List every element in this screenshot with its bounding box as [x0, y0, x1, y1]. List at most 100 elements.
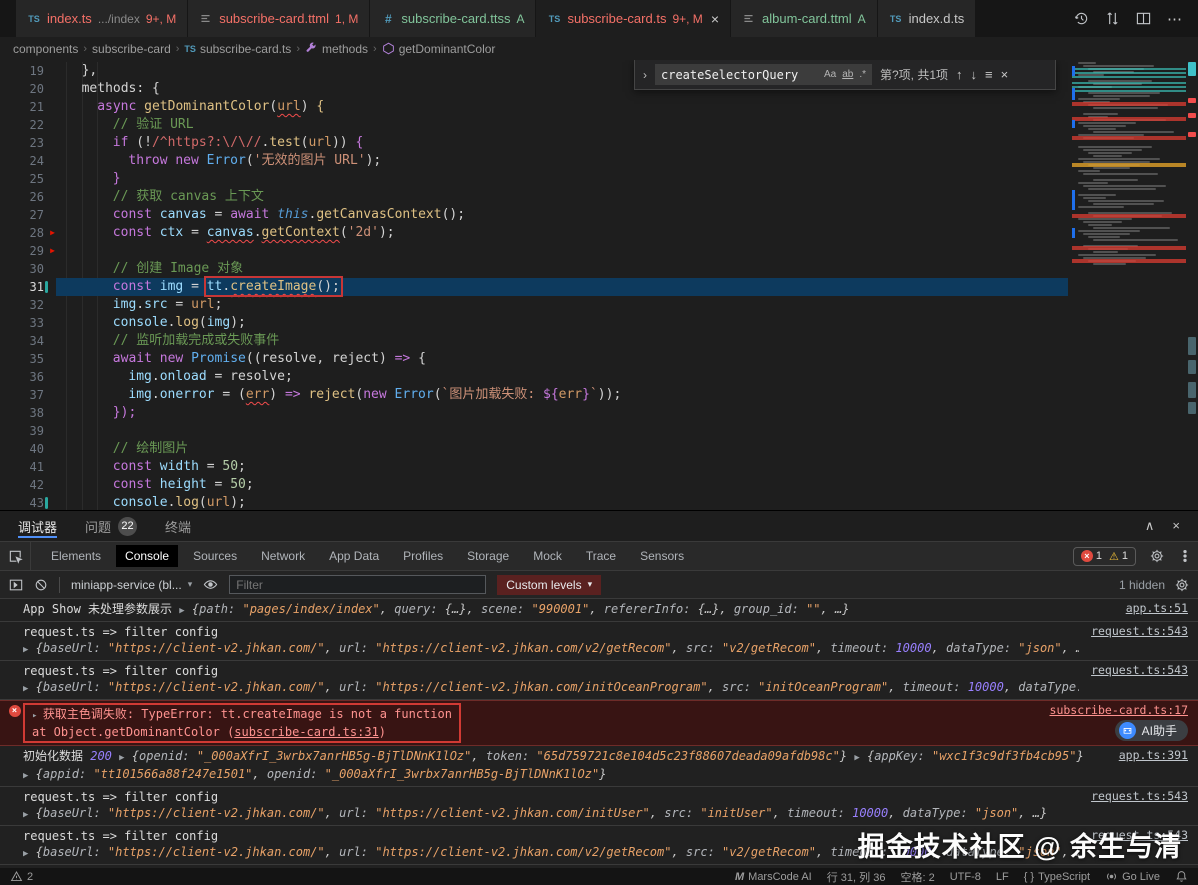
console-row-log[interactable]: request.ts => filter config▶ {baseUrl: "…: [0, 661, 1198, 700]
console-filter-input[interactable]: [229, 575, 486, 594]
code-line-36[interactable]: 36img.onload = resolve;: [0, 368, 1068, 386]
history-icon[interactable]: [1074, 11, 1089, 26]
overview-ruler[interactable]: [1186, 60, 1198, 510]
devtools-tab-storage[interactable]: Storage: [458, 545, 518, 567]
code-line-37[interactable]: 37img.onerror = (err) => reject(new Erro…: [0, 386, 1068, 404]
panel-tab-终端[interactable]: 终端: [165, 511, 191, 541]
devtools-tab-elements[interactable]: Elements: [42, 545, 110, 567]
code-line-21[interactable]: 21async getDominantColor(url) {: [0, 98, 1068, 116]
code-line-38[interactable]: 38});: [0, 404, 1068, 422]
line-number[interactable]: 29▶: [0, 242, 58, 260]
source-link[interactable]: app.ts:51: [1126, 601, 1188, 615]
line-number[interactable]: 41: [0, 458, 58, 476]
devtools-tab-network[interactable]: Network: [252, 545, 314, 567]
line-number[interactable]: 31: [0, 278, 58, 296]
statusbar-lf[interactable]: LF: [996, 871, 1009, 883]
find-next-icon[interactable]: ↓: [971, 67, 978, 82]
statusbar-bell-icon[interactable]: [1175, 870, 1188, 883]
breadcrumb-item-methods[interactable]: methods: [305, 42, 368, 56]
statusbar-warnings[interactable]: 2: [10, 870, 33, 883]
line-number[interactable]: 35: [0, 350, 58, 368]
statusbar-空格-2[interactable]: 空格: 2: [900, 869, 934, 885]
devtools-tab-sources[interactable]: Sources: [184, 545, 246, 567]
code-line-39[interactable]: 39: [0, 422, 1068, 440]
code-line-43[interactable]: 43console.log(url);: [0, 494, 1068, 510]
line-number[interactable]: 28▶: [0, 224, 58, 242]
find-input[interactable]: createSelectorQuery Aa ab .*: [655, 64, 872, 85]
line-number[interactable]: 39: [0, 422, 58, 440]
code-line-33[interactable]: 33console.log(img);: [0, 314, 1068, 332]
code-line-41[interactable]: 41const width = 50;: [0, 458, 1068, 476]
line-number[interactable]: 33: [0, 314, 58, 332]
inspect-element-icon[interactable]: [0, 542, 31, 570]
panel-close-icon[interactable]: ×: [1172, 518, 1180, 534]
minimap[interactable]: [1072, 62, 1186, 278]
line-number[interactable]: 26: [0, 188, 58, 206]
line-number[interactable]: 34: [0, 332, 58, 350]
log-levels-dropdown[interactable]: Custom levels ▾: [497, 575, 601, 595]
console-row-log[interactable]: request.ts => filter config▶ {baseUrl: "…: [0, 787, 1198, 826]
devtools-tab-app-data[interactable]: App Data: [320, 545, 388, 567]
devtools-tab-trace[interactable]: Trace: [577, 545, 625, 567]
line-number[interactable]: 36: [0, 368, 58, 386]
breakpoint-marker-icon[interactable]: ▶: [50, 228, 55, 238]
regex-icon[interactable]: .*: [859, 69, 866, 80]
split-diff-icon[interactable]: [1105, 11, 1120, 26]
breadcrumb-item-subscribe-card[interactable]: subscribe-card: [92, 42, 171, 56]
editor-tab-subscribe-card.ttml[interactable]: subscribe-card.ttml1, M: [188, 0, 370, 37]
find-close-icon[interactable]: ×: [1001, 67, 1009, 82]
find-prev-icon[interactable]: ↑: [956, 67, 963, 82]
devtools-tab-console[interactable]: Console: [116, 545, 178, 567]
line-number[interactable]: 27: [0, 206, 58, 224]
code-line-23[interactable]: 23if (!/^https?:\/\//.test(url)) {: [0, 134, 1068, 152]
code-line-28[interactable]: 28▶const ctx = canvas.getContext('2d');: [0, 224, 1068, 242]
editor-tab-index.ts[interactable]: TSindex.ts.../index9+, M: [16, 0, 188, 37]
devtools-more-dots-icon[interactable]: [1178, 549, 1192, 563]
breadcrumb-item-components[interactable]: components: [13, 42, 78, 56]
source-link[interactable]: request.ts:543: [1091, 789, 1188, 803]
find-in-selection-icon[interactable]: ≡: [985, 67, 993, 82]
breakpoint-marker-icon[interactable]: ▶: [50, 246, 55, 256]
breadcrumb-item-getDominantColor[interactable]: getDominantColor: [382, 42, 496, 56]
code-line-40[interactable]: 40// 绘制图片: [0, 440, 1068, 458]
line-number[interactable]: 30: [0, 260, 58, 278]
statusbar-utf-8[interactable]: UTF-8: [950, 871, 981, 883]
code-line-32[interactable]: 32img.src = url;: [0, 296, 1068, 314]
tab-close-icon[interactable]: ×: [711, 11, 719, 27]
code-line-25[interactable]: 25}: [0, 170, 1068, 188]
line-number[interactable]: 38: [0, 404, 58, 422]
ai-assistant-button[interactable]: AI助手: [1115, 720, 1188, 741]
console-sidebar-icon[interactable]: [9, 578, 23, 592]
code-line-24[interactable]: 24throw new Error('无效的图片 URL');: [0, 152, 1068, 170]
console-row-error[interactable]: ×▸ 获取主色调失败: TypeError: tt.createImage is…: [0, 700, 1198, 746]
editor-tab-album-card.ttml[interactable]: album-card.ttmlA: [731, 0, 878, 37]
line-number[interactable]: 37: [0, 386, 58, 404]
code-line-31[interactable]: 31const img = tt.createImage();: [0, 278, 1068, 296]
breadcrumb-item-subscribe-card.ts[interactable]: TSsubscribe-card.ts: [184, 42, 291, 56]
panel-tab-问题[interactable]: 问题22: [85, 511, 137, 541]
clear-console-icon[interactable]: [34, 578, 48, 592]
find-query-text[interactable]: createSelectorQuery: [661, 68, 818, 82]
line-number[interactable]: 19: [0, 62, 58, 80]
console-output[interactable]: App Show 未处理参数展示 ▶ {path: "pages/index/i…: [0, 599, 1198, 868]
panel-collapse-icon[interactable]: ∧: [1145, 518, 1155, 534]
code-line-34[interactable]: 34// 监听加载完成或失败事件: [0, 332, 1068, 350]
devtools-tab-sensors[interactable]: Sensors: [631, 545, 693, 567]
line-number[interactable]: 32: [0, 296, 58, 314]
code-line-26[interactable]: 26// 获取 canvas 上下文: [0, 188, 1068, 206]
source-link[interactable]: request.ts:543: [1091, 624, 1188, 638]
statusbar-go-live[interactable]: Go Live: [1105, 870, 1160, 883]
statusbar-typescript[interactable]: { }TypeScript: [1024, 871, 1090, 883]
split-editor-icon[interactable]: [1136, 11, 1151, 26]
line-number[interactable]: 25: [0, 170, 58, 188]
devtools-settings-gear-icon[interactable]: [1150, 549, 1164, 563]
devtools-tab-profiles[interactable]: Profiles: [394, 545, 452, 567]
line-number[interactable]: 24: [0, 152, 58, 170]
console-row-log[interactable]: request.ts => filter config▶ {baseUrl: "…: [0, 622, 1198, 661]
console-row-log[interactable]: 初始化数据 200 ▶ {openid: "_000aXfrI_3wrbx7an…: [0, 746, 1198, 787]
context-selector[interactable]: miniapp-service (bl... ▾: [71, 578, 192, 592]
toolbar-gear-icon[interactable]: [1175, 578, 1189, 592]
code-line-22[interactable]: 22// 验证 URL: [0, 116, 1068, 134]
editor-tab-subscribe-card.ttss[interactable]: #subscribe-card.ttssA: [370, 0, 536, 37]
panel-tab-调试器[interactable]: 调试器: [18, 511, 57, 541]
